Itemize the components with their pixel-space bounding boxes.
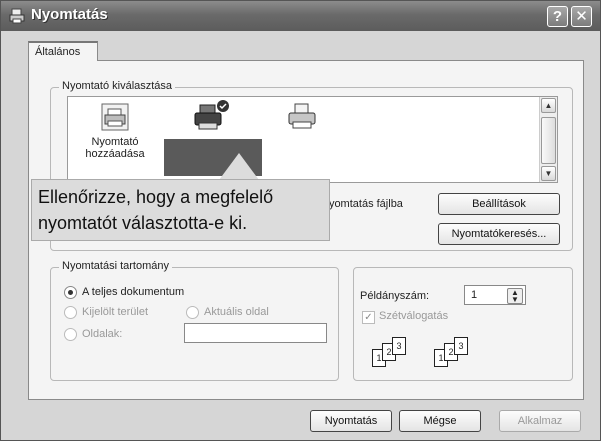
callout-line-1: Ellenőrizze, hogy a megfelelő: [38, 184, 323, 210]
print-button-label: Nyomtatás: [325, 415, 378, 427]
print-to-file-label[interactable]: Nyomtatás fájlba: [321, 198, 403, 210]
default-printer-item[interactable]: [191, 99, 231, 138]
settings-button[interactable]: Beállítások: [438, 193, 560, 215]
callout-tooltip: Ellenőrizze, hogy a megfelelő nyomtatót …: [31, 179, 330, 241]
current-page-label[interactable]: Aktuális oldal: [204, 306, 269, 318]
pages-input[interactable]: [184, 323, 327, 343]
scroll-down-icon[interactable]: ▼: [541, 166, 556, 181]
pages-label[interactable]: Oldalak:: [82, 328, 122, 340]
add-printer-label-1: Nyomtató: [75, 136, 155, 148]
print-button[interactable]: Nyomtatás: [310, 410, 392, 432]
add-printer-item[interactable]: Nyomtató hozzáadása: [75, 101, 155, 160]
print-dialog: Nyomtatás ? ✕ Általános Nyomtató kiválas…: [0, 0, 601, 441]
printer-icon: [191, 99, 231, 135]
all-pages-label[interactable]: A teljes dokumentum: [82, 286, 184, 298]
pages-radio[interactable]: [64, 328, 77, 341]
apply-button[interactable]: Alkalmaz: [499, 410, 581, 432]
find-printer-button[interactable]: Nyomtatókeresés...: [438, 223, 560, 245]
printer-icon: [9, 8, 25, 24]
selection-label[interactable]: Kijelölt terület: [82, 306, 148, 318]
copies-group: [353, 267, 573, 381]
callout-line-2: nyomtatót választotta-e ki.: [38, 210, 323, 236]
scroll-up-icon[interactable]: ▲: [541, 98, 556, 113]
collate-label[interactable]: Szétválogatás: [379, 310, 448, 322]
collate-page-3: 3: [454, 337, 468, 355]
collate-page-3: 3: [392, 337, 406, 355]
help-button[interactable]: ?: [547, 6, 568, 27]
window-title: Nyomtatás: [31, 6, 108, 23]
tab-general[interactable]: Általános: [28, 41, 98, 61]
settings-button-label: Beállítások: [472, 198, 526, 210]
scroll-thumb[interactable]: [541, 117, 556, 164]
cancel-button-label: Mégse: [423, 415, 456, 427]
find-printer-button-label: Nyomtatókeresés...: [452, 228, 547, 240]
callout-pointer: [219, 153, 259, 180]
spin-icon[interactable]: ▲▼: [507, 288, 523, 304]
copies-value: 1: [471, 289, 477, 301]
copies-stepper[interactable]: 1 ▲▼: [464, 285, 526, 305]
add-printer-label-2: hozzáadása: [75, 148, 155, 160]
title-bar: Nyomtatás ? ✕: [1, 1, 600, 31]
tab-general-label: Általános: [35, 46, 80, 58]
collate-checkbox[interactable]: ✓: [362, 311, 375, 324]
print-range-legend: Nyomtatási tartomány: [59, 260, 172, 272]
all-pages-radio[interactable]: [64, 286, 77, 299]
printer-list-scrollbar[interactable]: ▲ ▼: [539, 97, 557, 182]
add-printer-icon: [99, 101, 131, 133]
selection-radio[interactable]: [64, 306, 77, 319]
printer-icon: [283, 99, 323, 135]
close-button[interactable]: ✕: [571, 6, 592, 27]
apply-button-label: Alkalmaz: [518, 415, 563, 427]
current-page-radio[interactable]: [186, 306, 199, 319]
cancel-button[interactable]: Mégse: [399, 410, 481, 432]
copies-label: Példányszám:: [360, 290, 429, 302]
printer-item-2[interactable]: [283, 99, 323, 138]
printer-selection-legend: Nyomtató kiválasztása: [59, 80, 175, 92]
